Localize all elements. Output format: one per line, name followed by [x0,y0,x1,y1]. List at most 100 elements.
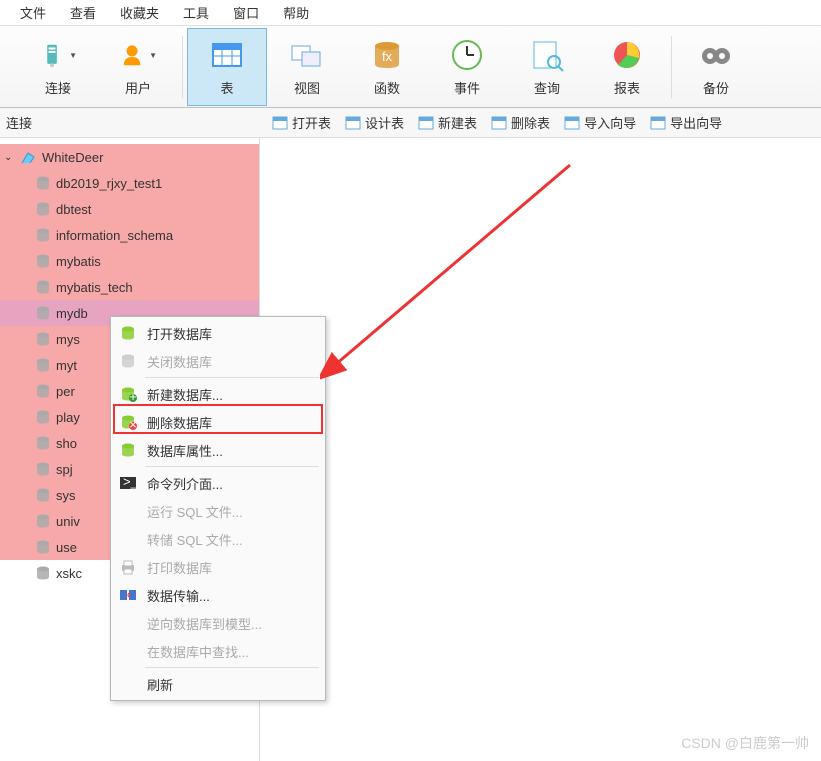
database-icon [34,461,52,477]
menu-separator [145,667,319,668]
context-menu-item[interactable]: >_命令列介面... [113,469,323,497]
toolbar-server[interactable]: ▼连接 [18,28,98,106]
db-new-icon: + [119,385,137,403]
context-menu-item[interactable]: +新建数据库... [113,380,323,408]
database-icon [34,253,52,269]
tree-database[interactable]: information_schema [0,222,259,248]
db-prop-icon [119,441,137,459]
transfer-icon [119,586,137,604]
database-icon [34,513,52,529]
toolbar-backup[interactable]: 备份 [676,28,756,106]
sub-action[interactable]: 导入向导 [564,113,636,132]
user-icon: ▼ [119,36,157,74]
context-menu: 打开数据库关闭数据库 +新建数据库...×删除数据库数据库属性... >_命令列介面… [110,316,326,701]
menubar: 文件查看收藏夹工具窗口帮助 [0,0,821,26]
menu-item[interactable]: 文件 [8,0,58,26]
svg-text:×: × [129,417,137,430]
main-toolbar: ▼连接▼用户表视图fx函数事件查询报表备份 [0,26,821,108]
context-menu-item[interactable]: 刷新 [113,670,323,698]
content-area [260,138,821,761]
database-icon [34,331,52,347]
context-menu-item: 运行 SQL 文件... [113,497,323,525]
table-small-icon [564,115,580,131]
toolbar-user[interactable]: ▼用户 [98,28,178,106]
sub-action[interactable]: 设计表 [345,113,404,132]
table-small-icon [345,115,361,131]
toolbar-table[interactable]: 表 [187,28,267,106]
sub-action[interactable]: 打开表 [272,113,331,132]
database-icon [34,435,52,451]
context-menu-item: 打印数据库 [113,553,323,581]
database-icon [34,565,52,581]
db-del-icon: × [119,413,137,431]
connection-icon [20,149,38,165]
svg-text:fx: fx [382,49,393,64]
blank-icon [119,502,137,520]
svg-text:+: + [129,389,137,402]
cmd-icon: >_ [119,474,137,492]
tree-database[interactable]: dbtest [0,196,259,222]
context-menu-item: 逆向数据库到模型... [113,609,323,637]
table-small-icon [650,115,666,131]
database-icon [34,305,52,321]
context-menu-item[interactable]: 打开数据库 [113,319,323,347]
menu-item[interactable]: 查看 [58,0,108,26]
menu-separator [145,466,319,467]
print-icon [119,558,137,576]
toolbar-query[interactable]: 查询 [507,28,587,106]
sub-action[interactable]: 新建表 [418,113,477,132]
database-icon [34,487,52,503]
tree-database[interactable]: db2019_rjxy_test1 [0,170,259,196]
database-icon [34,383,52,399]
blank-icon [119,642,137,660]
menu-item[interactable]: 收藏夹 [108,0,171,26]
toolbar-event[interactable]: 事件 [427,28,507,106]
menu-item[interactable]: 窗口 [221,0,271,26]
db-close-icon [119,352,137,370]
sub-toolbar: 连接 打开表设计表新建表删除表导入向导导出向导 [0,108,821,138]
blank-icon [119,530,137,548]
database-icon [34,539,52,555]
database-icon [34,175,52,191]
blank-icon [119,675,137,693]
view-icon [288,36,326,74]
context-menu-item: 关闭数据库 [113,347,323,375]
query-icon [528,36,566,74]
toolbar-function[interactable]: fx函数 [347,28,427,106]
table-small-icon [272,115,288,131]
function-icon: fx [368,36,406,74]
connection-panel-label: 连接 [0,113,260,132]
database-icon [34,279,52,295]
svg-text:>_: >_ [123,475,137,489]
backup-icon [697,36,735,74]
blank-icon [119,614,137,632]
toolbar-view[interactable]: 视图 [267,28,347,106]
table-small-icon [491,115,507,131]
database-icon [34,409,52,425]
menu-item[interactable]: 帮助 [271,0,321,26]
server-icon: ▼ [39,36,77,74]
context-menu-item[interactable]: 数据传输... [113,581,323,609]
menu-item[interactable]: 工具 [171,0,221,26]
table-icon [208,36,246,74]
tree-database[interactable]: mybatis [0,248,259,274]
database-icon [34,227,52,243]
table-actions: 打开表设计表新建表删除表导入向导导出向导 [260,113,722,132]
tree-database[interactable]: mybatis_tech [0,274,259,300]
toolbar-report[interactable]: 报表 [587,28,667,106]
sub-action[interactable]: 删除表 [491,113,550,132]
table-small-icon [418,115,434,131]
database-icon [34,201,52,217]
sub-action[interactable]: 导出向导 [650,113,722,132]
db-open-icon [119,324,137,342]
context-menu-item: 转储 SQL 文件... [113,525,323,553]
chevron-down-icon: ⌄ [4,152,16,163]
database-icon [34,357,52,373]
tree-connection[interactable]: ⌄WhiteDeer [0,144,259,170]
context-menu-item[interactable]: ×删除数据库 [113,408,323,436]
context-menu-item[interactable]: 数据库属性... [113,436,323,464]
context-menu-item: 在数据库中查找... [113,637,323,665]
event-icon [448,36,486,74]
report-icon [608,36,646,74]
watermark: CSDN @白鹿第一帅 [681,733,809,753]
